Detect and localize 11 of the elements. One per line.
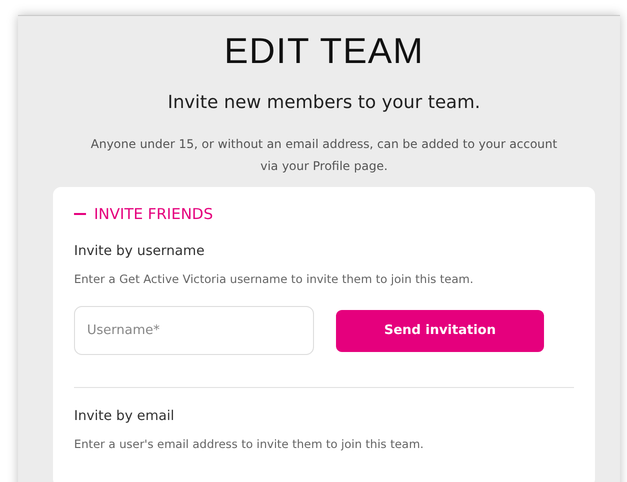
group-description: Enter a user's email address to invite them to join this team. [74, 437, 425, 451]
page-subtitle: Invite new members to your team. [166, 92, 482, 113]
send-invitation-button[interactable]: Send invitation [336, 310, 544, 352]
group-description: Enter a Get Active Victoria username to invite them to join this team. [74, 272, 474, 286]
username-field[interactable]: Username* [74, 306, 314, 355]
group-heading: Invite by email [74, 408, 176, 424]
page-title: EDIT TEAM [223, 29, 425, 72]
section-toggle[interactable]: INVITE FRIENDS [74, 205, 213, 223]
minus-icon [74, 213, 86, 215]
page-description: Anyone under 15, or without an email address, can be added to your account via your Profile page. [90, 136, 558, 175]
group-heading: Invite by username [74, 243, 206, 259]
